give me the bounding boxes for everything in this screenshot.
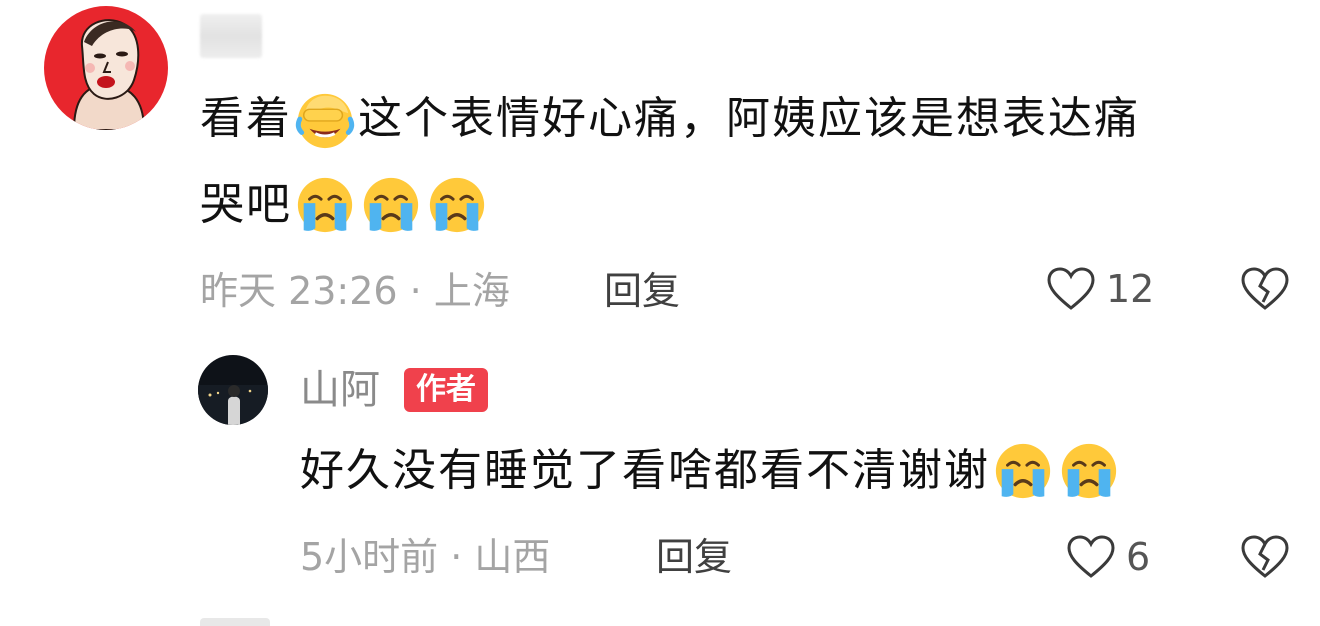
comment-text-part1: 看着 [200,93,292,144]
night-scene-avatar-icon [198,355,268,425]
broken-heart-icon [1241,535,1289,578]
facepalm-laugh-emoji-icon [294,88,356,150]
username-redacted [200,14,262,58]
like-button[interactable]: 6 [1066,534,1150,580]
author-avatar[interactable] [198,355,268,425]
user-avatar[interactable] [44,6,168,130]
comment-meta: 昨天 23:26 · 上海 [200,269,510,313]
dislike-button[interactable] [1240,534,1290,584]
crying-emoji-icon [426,174,488,236]
cartoon-face-avatar-icon [44,6,168,130]
broken-heart-icon [1241,267,1289,310]
comment-text-part2: 这个表情好心痛，阿姨应该是想表达痛 [358,93,1140,144]
author-badge: 作者 [404,368,488,412]
reply-button[interactable]: 回复 [604,272,680,310]
comment-text-line2: 哭吧 [200,174,490,236]
next-comment-edge [200,618,270,626]
comment-text-line2-text: 哭吧 [200,179,292,230]
author-username[interactable]: 山阿 [300,370,380,410]
comment-thread: 看着 这个表情好心痛，阿姨应该是想表达痛 哭吧 昨天 23:26 · 上海 回复… [0,0,1320,626]
heart-outline-icon [1047,267,1095,310]
crying-emoji-icon [1058,440,1120,502]
dislike-button[interactable] [1240,266,1290,316]
reply-text: 好久没有睡觉了看啥都看不清谢谢 [300,440,1122,502]
like-button[interactable]: 12 [1046,266,1154,312]
reply-button[interactable]: 回复 [656,538,732,576]
like-count: 12 [1106,267,1155,311]
reply-text-content: 好久没有睡觉了看啥都看不清谢谢 [300,445,990,496]
crying-emoji-icon [992,440,1054,502]
crying-emoji-icon [360,174,422,236]
crying-emoji-icon [294,174,356,236]
reply-meta: 5小时前 · 山西 [300,535,551,579]
comment-text-line1: 看着 这个表情好心痛，阿姨应该是想表达痛 [200,88,1140,150]
like-count: 6 [1126,535,1151,579]
heart-outline-icon [1067,535,1115,578]
